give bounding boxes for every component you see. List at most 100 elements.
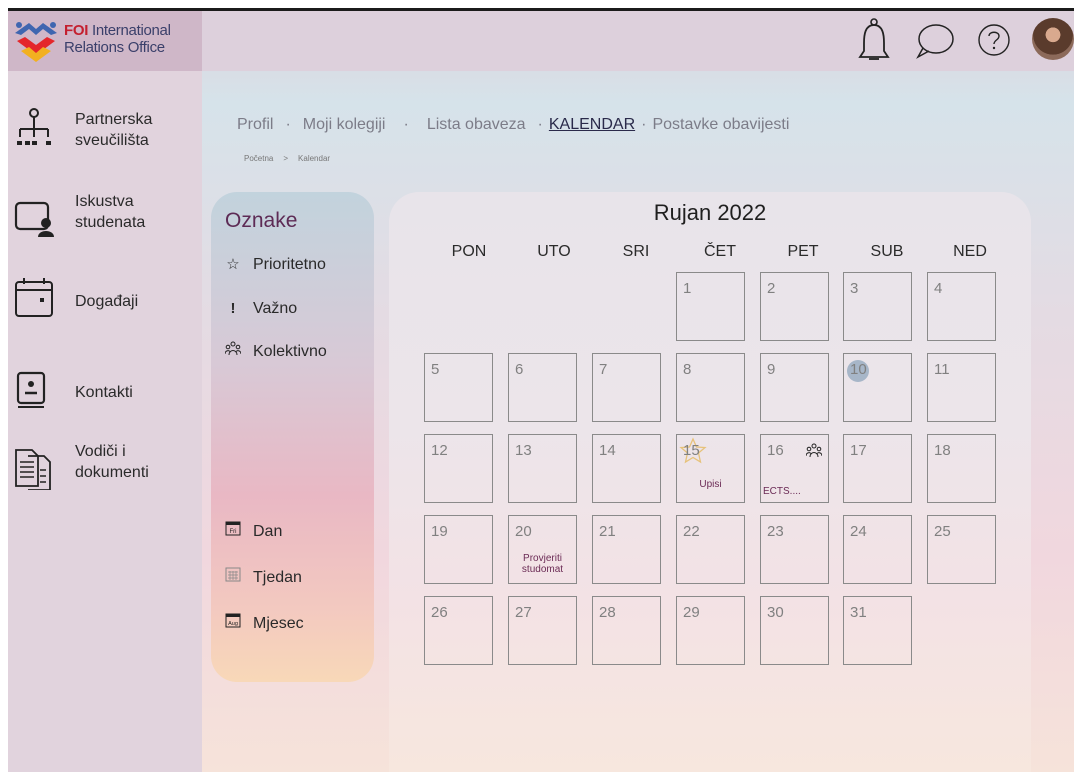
chat-bubble-icon[interactable]	[915, 21, 955, 61]
calendar-day[interactable]: 8	[676, 353, 745, 422]
tag-label: Prioritetno	[253, 256, 326, 273]
labels-panel: Oznake ☆ Prioritetno ! Važno Kolektivno Fr…	[211, 192, 374, 682]
day-number: 16	[767, 442, 784, 459]
calendar-day[interactable]: 28	[592, 596, 661, 665]
view-day[interactable]: Fri Dan	[223, 520, 282, 541]
calendar-day[interactable]: 29	[676, 596, 745, 665]
foi-logo-icon	[15, 22, 57, 62]
calendar-day[interactable]: 31	[843, 596, 912, 665]
breadcrumb: Početna > Kalendar	[244, 154, 330, 163]
day-number: 9	[767, 361, 776, 378]
day-number: 4	[934, 280, 943, 297]
day-number: 20	[515, 523, 532, 540]
calendar-day[interactable]: 1	[676, 272, 745, 341]
sidebar-item-label: Vodiči i dokumenti	[75, 443, 149, 481]
calendar-day[interactable]: 9	[760, 353, 829, 422]
month-view-icon-text: Aug	[228, 621, 238, 627]
sidebar-item-partners[interactable]: Partnerska sveučilišta	[8, 101, 202, 161]
calendar-day[interactable]: 11	[927, 353, 996, 422]
calendar-day[interactable]: 4	[927, 272, 996, 341]
weekday-header: SUB	[870, 243, 904, 260]
tab-notification-settings[interactable]: Postavke obavijesti	[652, 116, 789, 134]
tag-collective[interactable]: Kolektivno	[223, 340, 327, 361]
view-label: Mjesec	[253, 615, 304, 632]
day-number: 26	[431, 604, 448, 621]
logo-brand: FOI	[64, 22, 89, 39]
day-number: 7	[599, 361, 608, 378]
bell-icon[interactable]	[857, 17, 891, 63]
calendar-day[interactable]: 27	[508, 596, 577, 665]
day-number: 8	[683, 361, 692, 378]
day-number: 27	[515, 604, 532, 621]
weekday-header: PON	[451, 243, 487, 260]
logo-line1: International	[88, 22, 171, 39]
calendar-day[interactable]: 25	[927, 515, 996, 584]
calendar-day[interactable]: 15 Upisi	[676, 434, 745, 503]
weekday-header: PET	[787, 243, 819, 260]
tab-profile[interactable]: Profil	[237, 116, 273, 134]
help-icon[interactable]	[976, 22, 1012, 58]
sidebar: Partnerska sveučilišta Iskustva studenat…	[8, 71, 202, 772]
sidebar-item-guides[interactable]: Vodiči i dokumenti	[8, 441, 202, 501]
tab-obligations[interactable]: Lista obaveza	[427, 116, 526, 134]
group-icon	[806, 443, 822, 458]
day-view-icon-text: Fri	[230, 529, 237, 535]
avatar[interactable]	[1032, 18, 1074, 60]
calendar-day[interactable]: 24	[843, 515, 912, 584]
day-number: 30	[767, 604, 784, 621]
sidebar-item-label: Događaji	[75, 293, 139, 310]
calendar-day[interactable]: 13	[508, 434, 577, 503]
calendar-day[interactable]: 5	[424, 353, 493, 422]
calendar-title: Rujan 2022	[653, 200, 767, 225]
day-number: 29	[683, 604, 700, 621]
day-number: 28	[599, 604, 616, 621]
calendar-day[interactable]: 12	[424, 434, 493, 503]
day-view-icon: Fri	[223, 520, 243, 540]
tag-important[interactable]: ! Važno	[223, 300, 298, 318]
day-number: 22	[683, 523, 700, 540]
calendar-day[interactable]: 22	[676, 515, 745, 584]
logo[interactable]: FOI International Relations Office	[8, 11, 202, 71]
calendar-day[interactable]: 6	[508, 353, 577, 422]
tab-separator: ·	[285, 116, 291, 133]
calendar-day[interactable]: 19	[424, 515, 493, 584]
documents-icon	[15, 449, 51, 490]
sidebar-item-student-experiences[interactable]: Iskustva studenata	[8, 191, 202, 251]
calendar-day[interactable]: 14	[592, 434, 661, 503]
calendar-day[interactable]: 7	[592, 353, 661, 422]
sidebar-item-label: Iskustva studenata	[75, 193, 146, 231]
calendar-day[interactable]: 2	[760, 272, 829, 341]
breadcrumb-home[interactable]: Početna	[244, 154, 273, 163]
calendar-day[interactable]: 26	[424, 596, 493, 665]
sidebar-item-contacts[interactable]: Kontakti	[8, 361, 202, 421]
week-view-icon	[223, 566, 243, 586]
tab-my-courses[interactable]: Moji kolegiji	[303, 116, 386, 134]
view-month[interactable]: Aug Mjesec	[223, 612, 304, 633]
day-number: 14	[599, 442, 616, 459]
day-number: 31	[850, 604, 867, 621]
calendar-day[interactable]: 30	[760, 596, 829, 665]
calendar-day[interactable]: 3	[843, 272, 912, 341]
view-week[interactable]: Tjedan	[223, 566, 302, 587]
calendar-day[interactable]: 16 ECTS....	[760, 434, 829, 503]
weekday-header: UTO	[537, 243, 571, 260]
star-icon: ☆	[226, 256, 240, 273]
calendar-day[interactable]: 20 Provjeriti studomat	[508, 515, 577, 584]
calendar-day[interactable]: 23	[760, 515, 829, 584]
day-number: 12	[431, 442, 448, 459]
event-label[interactable]: Provjeriti studomat	[509, 553, 576, 575]
calendar-day-today[interactable]: 10	[843, 353, 912, 422]
weekday-header: ČET	[704, 243, 736, 260]
calendar-day[interactable]: 18	[927, 434, 996, 503]
day-number: 18	[934, 442, 951, 459]
event-label[interactable]: Upisi	[677, 479, 744, 490]
event-label[interactable]: ECTS....	[763, 486, 830, 497]
org-chart-icon	[17, 108, 51, 145]
calendar-day[interactable]: 17	[843, 434, 912, 503]
calendar-day[interactable]: 21	[592, 515, 661, 584]
student-screen-icon	[14, 201, 54, 237]
tab-separator: ·	[537, 116, 543, 133]
tag-priority[interactable]: ☆ Prioritetno	[223, 255, 326, 274]
tab-calendar[interactable]: KALENDAR	[549, 116, 635, 134]
sidebar-item-events[interactable]: Događaji	[8, 271, 202, 331]
